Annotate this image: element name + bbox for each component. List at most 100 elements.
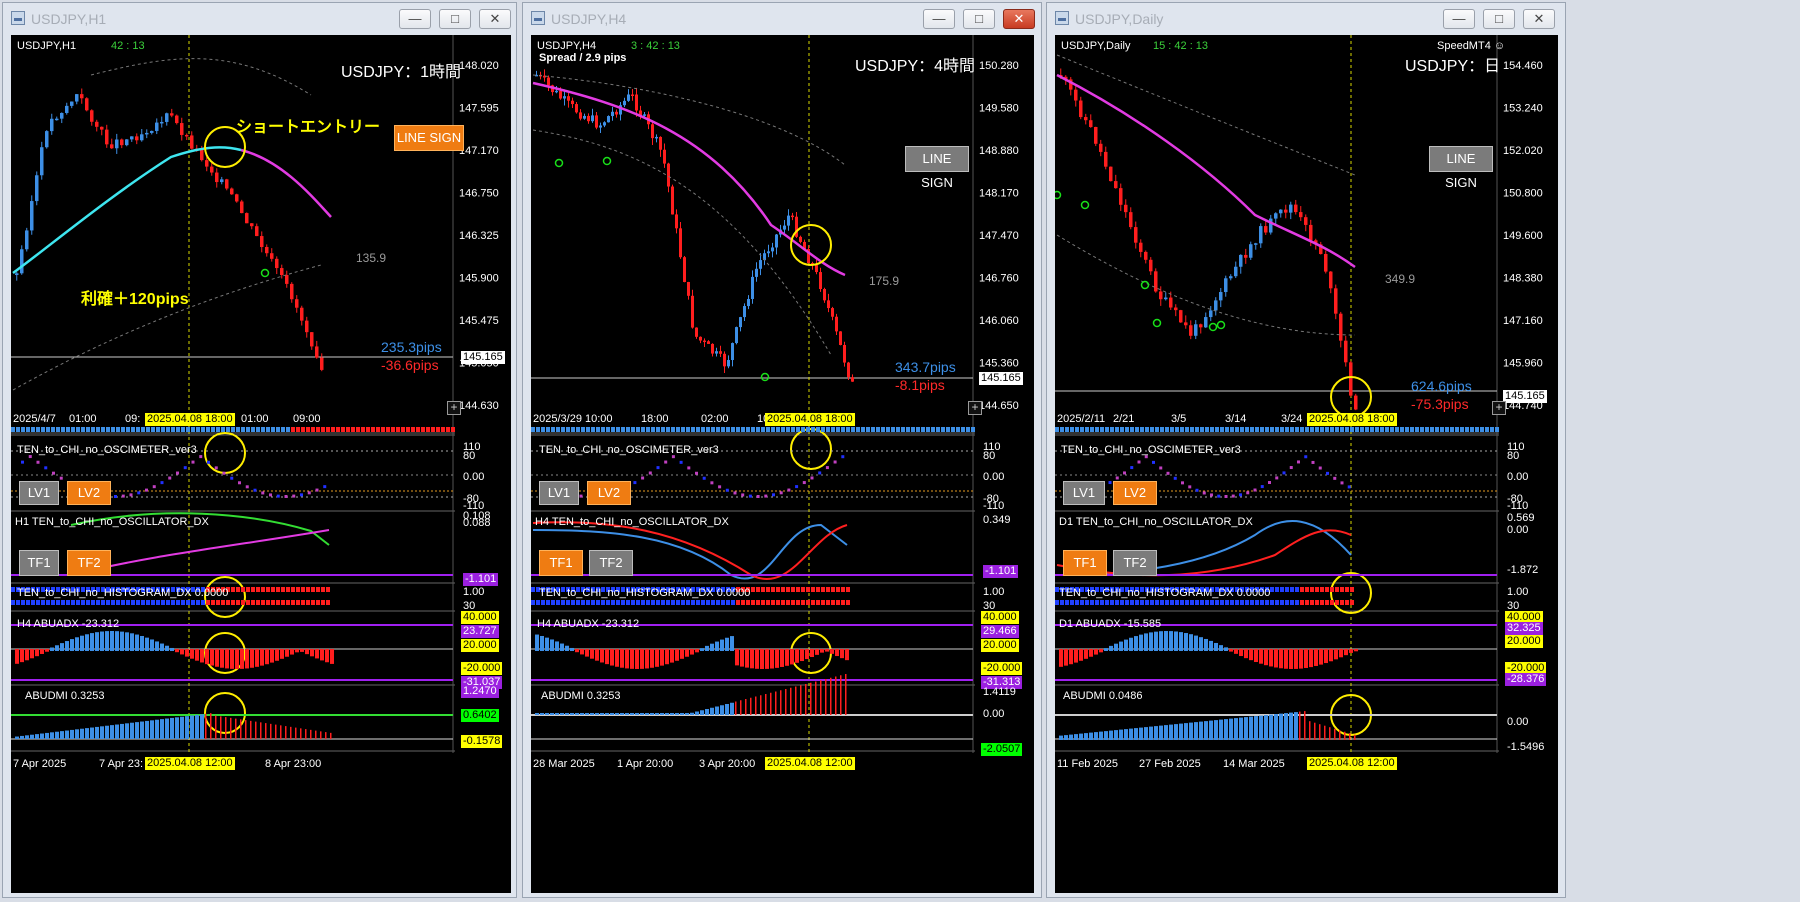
- chart-area[interactable]: 150.280 149.580 148.880 148.170 147.470 146.7…: [531, 35, 1034, 893]
- adx-bar: [1154, 631, 1158, 651]
- chart-window-h1[interactable]: USDJPY,H1 — □ ✕ 148.020 147.595 147.170 146…: [2, 2, 517, 898]
- title-bar[interactable]: USDJPY,H4 — □ ✕: [523, 3, 1041, 33]
- trend-strip-cell: [1085, 427, 1089, 432]
- trend-strip-cell: [1315, 427, 1319, 432]
- lv2-button[interactable]: LV2: [67, 481, 111, 505]
- candle-body: [270, 253, 274, 259]
- adx-bar: [60, 643, 64, 651]
- histogram-cell: [531, 587, 535, 592]
- trend-strip-cell: [1470, 427, 1474, 432]
- histogram-cell: [286, 600, 290, 605]
- close-button[interactable]: ✕: [479, 9, 511, 29]
- price-axis-label: 150.280: [979, 60, 1019, 72]
- trend-strip-cell: [1420, 427, 1424, 432]
- chart-window-h4[interactable]: USDJPY,H4 — □ ✕ 150.280 149.580 148.880 148…: [522, 2, 1042, 898]
- histogram-cell: [641, 600, 645, 605]
- maximize-button[interactable]: □: [439, 9, 471, 29]
- osc-dot: [1326, 471, 1329, 475]
- lv1-button[interactable]: LV1: [1063, 481, 1105, 505]
- tf1-button[interactable]: TF1: [19, 550, 59, 576]
- adx-bar: [625, 649, 629, 669]
- histogram-cell: [1325, 600, 1329, 605]
- chart-area[interactable]: 154.460 153.240 152.020 150.800 149.600 148.3…: [1055, 35, 1558, 893]
- trend-strip-cell: [1495, 427, 1499, 432]
- band-line: [12, 264, 322, 391]
- time-highlight: 2025.04.08 18:00: [765, 413, 855, 426]
- dmi-bar: [655, 713, 659, 715]
- minimize-button[interactable]: —: [1443, 9, 1475, 29]
- tf1-button[interactable]: TF1: [1063, 550, 1107, 576]
- close-button[interactable]: ✕: [1523, 9, 1555, 29]
- adx-bar: [1099, 649, 1103, 653]
- candle-body: [1109, 166, 1113, 182]
- abudmi-level: 0.00: [1507, 716, 1529, 728]
- title-bar[interactable]: USDJPY,Daily — □ ✕: [1047, 3, 1565, 33]
- dmi-bar: [70, 729, 74, 739]
- dmi-bar: [325, 732, 327, 739]
- trend-strip-cell: [1445, 427, 1449, 432]
- trend-strip-cell: [411, 427, 415, 432]
- histogram-cell: [1315, 587, 1319, 592]
- zoom-plus-icon[interactable]: +: [968, 401, 982, 415]
- dmi-bar: [100, 726, 104, 739]
- histogram-cell: [321, 587, 325, 592]
- dmi-bar: [1319, 724, 1321, 740]
- line-sign-button[interactable]: LINE SIGN: [394, 125, 464, 151]
- zoom-plus-icon[interactable]: +: [447, 401, 461, 415]
- adx-bar: [1299, 649, 1303, 669]
- lv2-button[interactable]: LV2: [1113, 481, 1157, 505]
- tf2-button[interactable]: TF2: [589, 550, 633, 576]
- tf1-button[interactable]: TF1: [539, 550, 583, 576]
- histogram-cell: [1080, 600, 1084, 605]
- trend-strip-cell: [376, 427, 380, 432]
- lv1-button[interactable]: LV1: [539, 481, 579, 505]
- candle-body: [1199, 324, 1203, 328]
- histogram-cell: [1160, 600, 1164, 605]
- line-sign-button[interactable]: LINE SIGN: [905, 146, 969, 190]
- bottom-time-highlight: 2025.04.08 12:00: [145, 757, 235, 770]
- osc-dot: [183, 466, 187, 470]
- minimize-button[interactable]: —: [923, 9, 955, 29]
- osc-dot: [1311, 460, 1315, 464]
- title-bar[interactable]: USDJPY,H1 — □ ✕: [3, 3, 516, 33]
- maximize-button[interactable]: □: [1483, 9, 1515, 29]
- lv1-button[interactable]: LV1: [19, 481, 59, 505]
- trend-strip-cell: [716, 427, 720, 432]
- adx-bar: [65, 641, 69, 651]
- osc-dot: [261, 491, 265, 495]
- dmi-bar: [720, 705, 724, 715]
- candle-body: [65, 105, 69, 113]
- osc-dot: [733, 491, 737, 495]
- adx-bar: [770, 649, 774, 669]
- histogram-cell: [1330, 600, 1334, 605]
- trend-strip-cell: [176, 427, 180, 432]
- dmi-bar: [1269, 714, 1273, 740]
- lv2-button[interactable]: LV2: [587, 481, 631, 505]
- adx-bar: [695, 649, 699, 653]
- histogram-cell: [766, 600, 770, 605]
- maximize-button[interactable]: □: [963, 9, 995, 29]
- trend-strip-cell: [111, 427, 115, 432]
- candle-body: [587, 115, 590, 122]
- candle-body: [635, 94, 638, 111]
- osc-dot: [292, 494, 296, 498]
- abuadx-level: -20.000: [461, 662, 503, 675]
- adx-bar: [650, 649, 654, 668]
- tf2-button[interactable]: TF2: [1113, 550, 1157, 576]
- histogram-cell: [541, 600, 545, 605]
- dmi-bar: [535, 713, 539, 715]
- zoom-plus-icon[interactable]: +: [1492, 401, 1506, 415]
- tf2-button[interactable]: TF2: [67, 550, 111, 576]
- histogram-cell: [821, 587, 825, 592]
- chart-window-daily[interactable]: USDJPY,Daily — □ ✕ 154.460 153.240 152.020…: [1046, 2, 1566, 898]
- line-sign-button[interactable]: LINE SIGN: [1429, 146, 1493, 190]
- candle-body: [831, 308, 834, 317]
- chart-area[interactable]: 148.020 147.595 147.170 146.750 146.325 145.9…: [11, 35, 511, 893]
- dmi-bar: [545, 713, 549, 715]
- histogram-cell: [676, 600, 680, 605]
- trend-strip-cell: [1450, 427, 1454, 432]
- histogram-cell: [726, 600, 730, 605]
- minimize-button[interactable]: —: [399, 9, 431, 29]
- candle-body: [1204, 317, 1208, 328]
- close-button[interactable]: ✕: [1003, 9, 1035, 29]
